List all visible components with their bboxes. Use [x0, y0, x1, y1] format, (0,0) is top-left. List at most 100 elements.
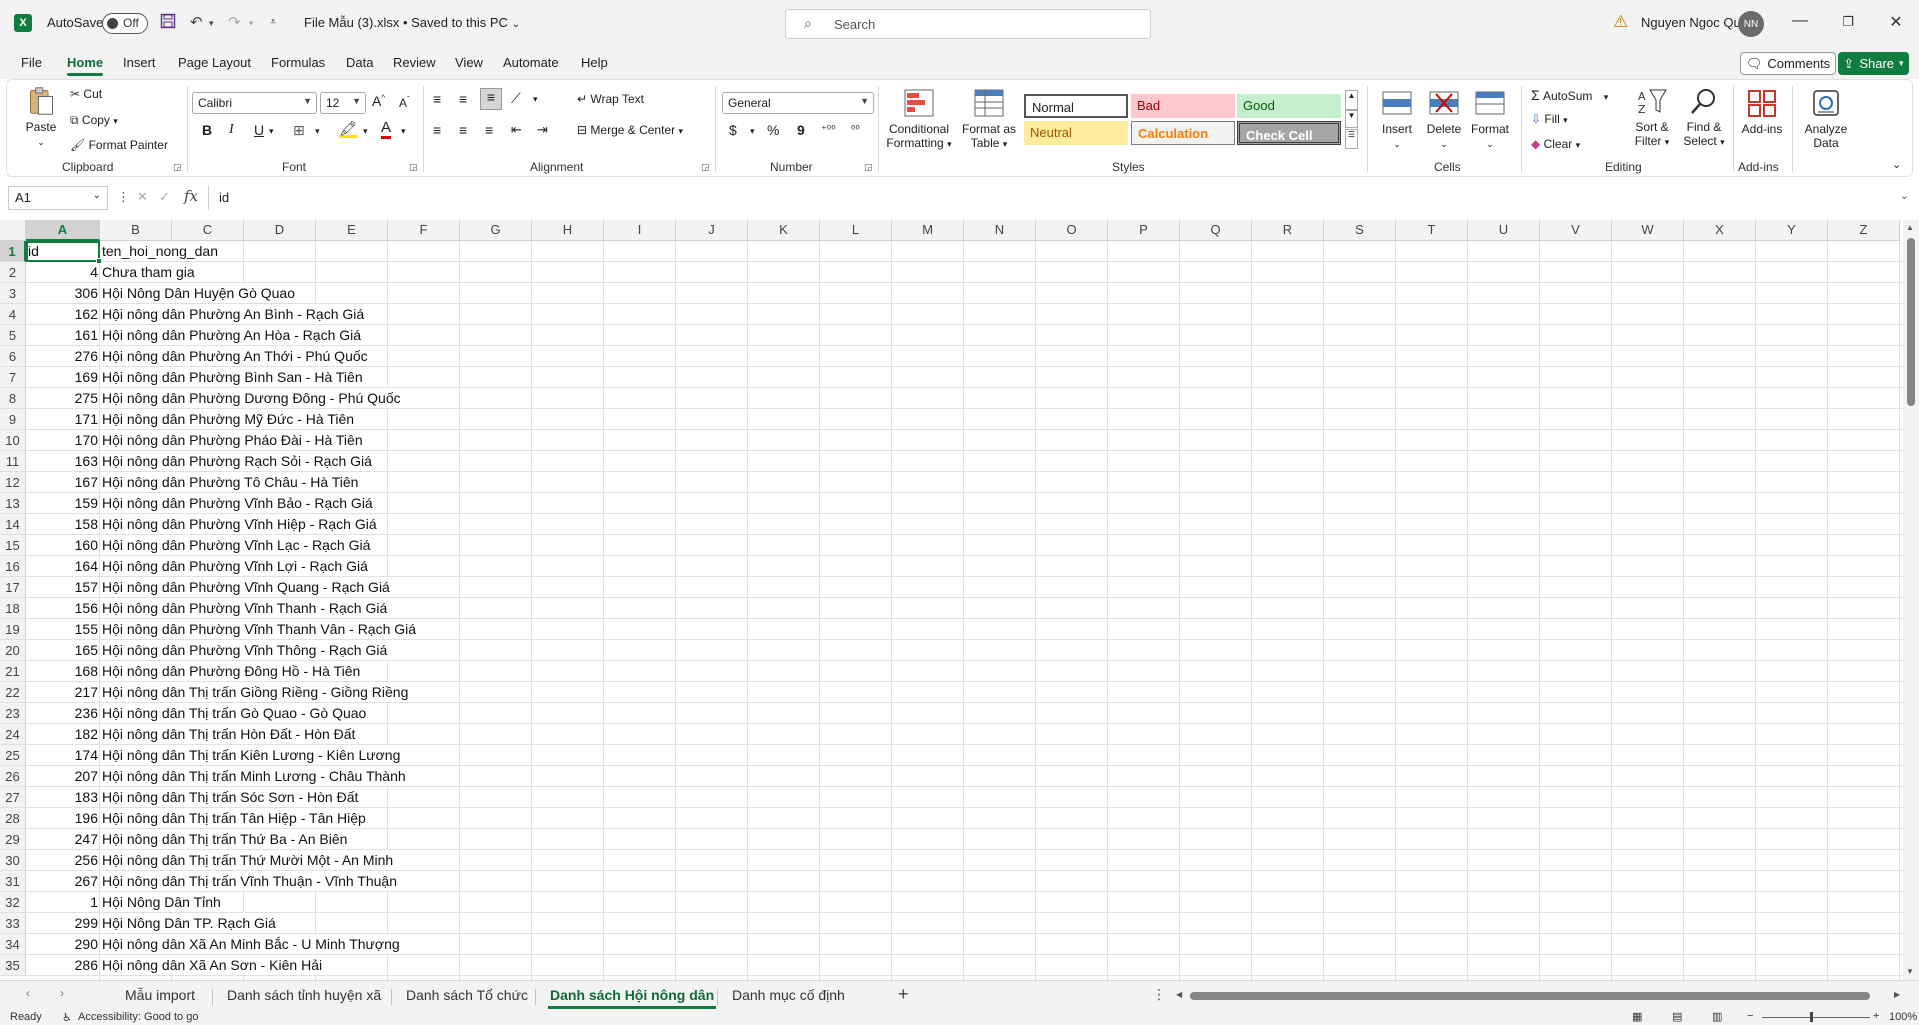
file-title[interactable]: File Mẫu (3).xlsx • Saved to this PC ⌄ [304, 15, 520, 30]
row-header[interactable]: 11 [0, 451, 26, 472]
cell-id[interactable]: 1 [28, 892, 98, 913]
cell-ten-hoi-nong-dan[interactable]: Chưa tham gia [102, 262, 195, 283]
cell-id[interactable]: 267 [28, 871, 98, 892]
cell-id[interactable]: 196 [28, 808, 98, 829]
row-header[interactable]: 20 [0, 640, 26, 661]
cell-ten-hoi-nong-dan[interactable]: Hội nông dân Phường Vĩnh Bảo - Rạch Giá [102, 493, 373, 514]
grow-font-button[interactable]: A^ [372, 93, 385, 109]
cell-id[interactable]: 207 [28, 766, 98, 787]
column-header[interactable]: B [100, 220, 172, 241]
row-header[interactable]: 7 [0, 367, 26, 388]
cell-id[interactable]: 157 [28, 577, 98, 598]
align-center-icon[interactable]: ≡ [459, 122, 467, 138]
tab-options-icon[interactable]: ⋮ [1152, 986, 1166, 1003]
dialog-launcher-icon[interactable]: ◲ [173, 162, 182, 173]
chevron-down-icon[interactable]: ▾ [533, 94, 538, 105]
paste-button[interactable]: Paste ⌄ [19, 86, 63, 148]
cell-id[interactable]: 256 [28, 850, 98, 871]
avatar[interactable]: NN [1738, 11, 1764, 37]
addins-button[interactable]: Add-ins [1732, 88, 1792, 136]
dialog-launcher-icon[interactable]: ◲ [409, 162, 418, 173]
dialog-launcher-icon[interactable]: ◲ [864, 162, 873, 173]
cell-id[interactable]: 163 [28, 451, 98, 472]
column-header[interactable]: Q [1180, 220, 1252, 241]
increase-decimal-icon[interactable]: ⁺⁰⁰ [821, 123, 836, 136]
cell-id[interactable]: 168 [28, 661, 98, 682]
cell-id[interactable]: 247 [28, 829, 98, 850]
analyze-data-button[interactable]: Analyze Data [1796, 88, 1856, 150]
comments-button[interactable]: 🗨 Comments [1740, 52, 1836, 75]
copy-button[interactable]: ⧉ Copy ▾ [70, 113, 118, 128]
row-header[interactable]: 25 [0, 745, 26, 766]
row-header[interactable]: 28 [0, 808, 26, 829]
cell-id[interactable]: 276 [28, 346, 98, 367]
format-cells-button[interactable]: Format ⌄ [1470, 88, 1510, 150]
cell-ten-hoi-nong-dan[interactable]: Hội nông dân Phường Rạch Sỏi - Rạch Giá [102, 451, 372, 472]
row-header[interactable]: 4 [0, 304, 26, 325]
column-header[interactable]: U [1468, 220, 1540, 241]
row-header[interactable]: 3 [0, 283, 26, 304]
redo-icon[interactable]: ↷ [228, 13, 241, 31]
page-break-view-icon[interactable]: ▥ [1712, 1010, 1722, 1023]
column-header[interactable]: P [1108, 220, 1180, 241]
column-header[interactable]: J [676, 220, 748, 241]
close-icon[interactable]: ✕ [1881, 12, 1911, 32]
save-icon[interactable] [160, 13, 176, 33]
customize-qat-icon[interactable]: ⩡ [270, 16, 276, 29]
row-header[interactable]: 16 [0, 556, 26, 577]
column-header[interactable]: Z [1828, 220, 1900, 241]
cell-ten-hoi-nong-dan[interactable]: ten_hoi_nong_dan [102, 241, 218, 262]
cell-ten-hoi-nong-dan[interactable]: Hội Nông Dân Huyện Gò Quao [102, 283, 295, 304]
page-layout-view-icon[interactable]: ▤ [1672, 1010, 1682, 1023]
zoom-level[interactable]: 100% [1889, 1011, 1917, 1023]
cell-id[interactable]: 286 [28, 955, 98, 976]
tab-home[interactable]: Home [67, 55, 104, 76]
sheet-tab-mau-import[interactable]: Mẫu import [125, 987, 195, 1003]
name-box[interactable]: A1 ⌄ [8, 186, 108, 210]
format-painter-button[interactable]: 🖌 Format Painter [70, 138, 168, 152]
tab-insert[interactable]: Insert [123, 55, 156, 70]
scroll-right-icon[interactable]: ▶ [1894, 990, 1900, 999]
cell-ten-hoi-nong-dan[interactable]: Hội nông dân Thị trấn Hòn Đất - Hòn Đất [102, 724, 355, 745]
accessibility-status[interactable]: Accessibility: Good to go [78, 1011, 198, 1023]
row-header[interactable]: 18 [0, 598, 26, 619]
row-header[interactable]: 33 [0, 913, 26, 934]
sheet-tab-danh-muc-co-dinh[interactable]: Danh mục cố định [732, 987, 845, 1003]
row-header[interactable]: 5 [0, 325, 26, 346]
cell-ten-hoi-nong-dan[interactable]: Hội nông dân Phường Bình San - Hà Tiên [102, 367, 363, 388]
autosum-button[interactable]: Σ AutoSum ▾ [1531, 87, 1608, 103]
fill-handle[interactable] [96, 258, 102, 264]
restore-icon[interactable]: ❐ [1833, 14, 1863, 30]
align-bottom-icon[interactable]: ≡ [480, 88, 502, 110]
tab-data[interactable]: Data [346, 55, 373, 70]
cell-id[interactable]: 170 [28, 430, 98, 451]
cell-ten-hoi-nong-dan[interactable]: Hội nông dân Phường Mỹ Đức - Hà Tiên [102, 409, 354, 430]
zoom-slider-thumb[interactable] [1810, 1012, 1813, 1022]
prev-sheet-icon[interactable]: ‹ [26, 986, 30, 1000]
cell-ten-hoi-nong-dan[interactable]: Hội nông dân Phường Đông Hồ - Hà Tiên [102, 661, 360, 682]
cell-id[interactable]: 155 [28, 619, 98, 640]
row-header[interactable]: 32 [0, 892, 26, 913]
cell-ten-hoi-nong-dan[interactable]: Hội Nông Dân Tỉnh [102, 892, 221, 913]
insert-function-icon[interactable]: fx [184, 187, 198, 205]
active-cell-selection[interactable] [26, 241, 100, 262]
comma-style-button[interactable]: 9 [797, 122, 805, 138]
cell-id[interactable]: 236 [28, 703, 98, 724]
search-input[interactable]: ⌕ Search [785, 9, 1151, 39]
cell-id[interactable]: 217 [28, 682, 98, 703]
vertical-scroll-thumb[interactable] [1907, 238, 1915, 406]
autosave-toggle[interactable]: Off [102, 13, 148, 34]
cell-id[interactable]: 159 [28, 493, 98, 514]
cell-ten-hoi-nong-dan[interactable]: Hội nông dân Phường An Thới - Phú Quốc [102, 346, 368, 367]
cell-ten-hoi-nong-dan[interactable]: Hội nông dân Thị trấn Tân Hiệp - Tân Hiệ… [102, 808, 366, 829]
column-header[interactable]: F [388, 220, 460, 241]
scroll-up-icon[interactable]: ▲ [1906, 223, 1914, 232]
increase-indent-icon[interactable]: ⇥ [537, 122, 548, 138]
row-header[interactable]: 17 [0, 577, 26, 598]
align-top-icon[interactable]: ≡ [433, 91, 441, 107]
column-header[interactable]: T [1396, 220, 1468, 241]
cell-ten-hoi-nong-dan[interactable]: Hội nông dân Phường An Hòa - Rạch Giá [102, 325, 361, 346]
row-header[interactable]: 19 [0, 619, 26, 640]
cell-ten-hoi-nong-dan[interactable]: Hội nông dân Phường Tô Châu - Hà Tiên [102, 472, 358, 493]
orientation-icon[interactable]: ⟋ [511, 90, 521, 107]
